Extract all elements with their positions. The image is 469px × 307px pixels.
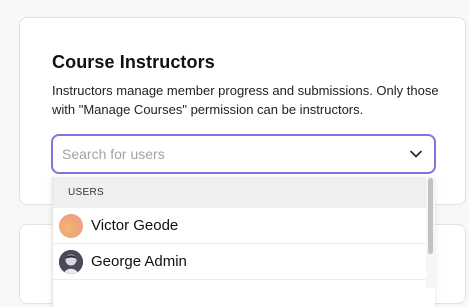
dropdown-scrollbar-thumb[interactable] bbox=[428, 178, 433, 254]
option-label: George Admin bbox=[91, 253, 187, 270]
group-header-users: USERS bbox=[53, 177, 435, 208]
avatar bbox=[59, 213, 83, 238]
option-george-admin[interactable]: George Admin bbox=[53, 244, 435, 280]
user-search-select[interactable] bbox=[51, 134, 436, 174]
section-title: Course Instructors bbox=[52, 52, 215, 72]
search-input[interactable] bbox=[62, 146, 408, 162]
option-victor-geode[interactable]: Victor Geode bbox=[53, 208, 435, 244]
option-label: Victor Geode bbox=[91, 217, 179, 234]
section-description: Instructors manage member progress and s… bbox=[52, 83, 439, 117]
chevron-down-icon[interactable] bbox=[408, 146, 424, 162]
avatar bbox=[59, 249, 83, 274]
